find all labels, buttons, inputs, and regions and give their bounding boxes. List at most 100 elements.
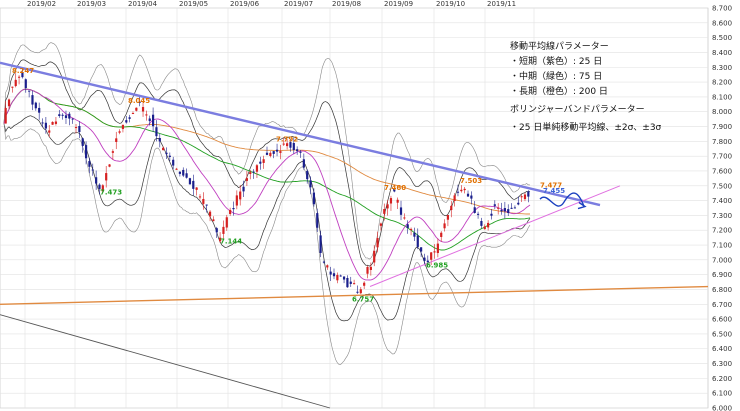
annotation-7.503: 7.503 xyxy=(460,177,482,185)
candle-body xyxy=(182,169,185,176)
y-tick-label: 6.400 xyxy=(712,345,732,353)
candle-body xyxy=(286,143,289,147)
candle-body xyxy=(353,283,356,285)
candle-body xyxy=(282,143,285,145)
candle-body xyxy=(523,194,527,200)
x-tick-label: 2019/07 xyxy=(284,0,313,8)
candle-body xyxy=(470,195,473,199)
candle-body xyxy=(299,151,302,153)
y-tick-label: 7.500 xyxy=(712,182,732,190)
y-tick-label: 7.900 xyxy=(712,123,732,131)
candle-body xyxy=(409,228,413,230)
candle-body xyxy=(487,222,490,228)
y-tick-label: 6.000 xyxy=(712,405,732,411)
candle-body xyxy=(379,223,383,226)
candle-body xyxy=(296,149,299,152)
candle-body xyxy=(503,208,506,212)
annotation-6.985: 6.985 xyxy=(426,261,448,269)
legend-mid: ・中期（緑色）: 75 日 xyxy=(510,70,602,82)
candle-body xyxy=(413,232,416,237)
candle-body xyxy=(332,273,336,277)
y-tick-label: 8.700 xyxy=(712,5,732,13)
x-tick-label: 2019/06 xyxy=(230,0,260,8)
x-tick-label: 2019/08 xyxy=(332,0,361,8)
candle-body xyxy=(17,76,21,78)
y-tick-label: 6.500 xyxy=(712,330,732,338)
candle-body xyxy=(329,271,332,275)
candle-body xyxy=(78,125,81,132)
candle-body xyxy=(249,172,252,174)
candle-body xyxy=(111,151,114,153)
x-tick-label: 2019/05 xyxy=(179,0,208,8)
candle-body xyxy=(178,171,181,174)
chart-canvas: 2019/02 2019/03 2019/04 2019/05 2019/06 2019/… xyxy=(0,0,740,411)
candle-body xyxy=(339,275,342,277)
legend-title-bb: ボリンジャーバンドパラメーター xyxy=(510,104,645,115)
candle-body xyxy=(202,198,205,204)
candle-body xyxy=(41,122,44,124)
x-tick-label: 2019/02 xyxy=(27,0,56,8)
candle-body xyxy=(396,199,399,203)
candle-body xyxy=(420,247,423,252)
candle-body xyxy=(527,191,530,197)
candle-body xyxy=(74,127,78,129)
candle-body xyxy=(239,191,242,200)
y-tick-label: 7.100 xyxy=(712,242,732,250)
candle-body xyxy=(215,228,218,233)
candle-body xyxy=(403,217,406,219)
candle-body xyxy=(195,187,198,190)
candle-body xyxy=(316,213,319,228)
candle-body xyxy=(275,149,279,152)
y-tick-label: 7.700 xyxy=(712,153,732,161)
candle-body xyxy=(54,121,58,124)
candle-body xyxy=(262,159,265,163)
y-tick-label: 8.300 xyxy=(712,64,732,72)
x-tick-label: 2019/10 xyxy=(436,0,465,8)
annotation-7.473: 7.473 xyxy=(100,189,122,197)
candle-body xyxy=(346,277,349,288)
candle-body xyxy=(389,198,393,204)
y-tick-label: 6.200 xyxy=(712,375,732,383)
candle-body xyxy=(208,211,212,217)
candle-body xyxy=(58,114,61,116)
x-tick-label: 2019/11 xyxy=(487,0,516,8)
candle-body xyxy=(7,99,11,107)
candle-body xyxy=(446,214,450,220)
candle-body xyxy=(309,180,312,188)
candle-body xyxy=(490,213,493,216)
y-tick-label: 7.600 xyxy=(712,167,732,175)
y-tick-label: 8.500 xyxy=(712,34,732,42)
y-tick-label: 6.300 xyxy=(712,360,732,368)
candle-body xyxy=(225,217,228,228)
y-tick-label: 6.600 xyxy=(712,316,732,324)
legend-bb: ・25 日単純移動平均線、±2σ、±3σ xyxy=(510,121,662,133)
y-tick-label: 7.400 xyxy=(712,197,732,205)
candle-body xyxy=(356,291,359,293)
candle-body xyxy=(155,127,158,137)
candle-body xyxy=(71,118,74,120)
candle-body xyxy=(483,226,486,230)
y-tick-label: 8.400 xyxy=(712,49,732,57)
candle-body xyxy=(319,235,322,253)
candle-body xyxy=(115,138,118,142)
candle-body xyxy=(61,114,64,116)
candle-body xyxy=(383,209,386,214)
annotation-7.144: 7.144 xyxy=(220,238,242,246)
candle-body xyxy=(192,180,195,189)
candle-body xyxy=(118,131,121,133)
candle-body xyxy=(473,207,476,213)
candle-body xyxy=(212,219,215,222)
candle-body xyxy=(520,196,523,198)
candle-body xyxy=(430,252,433,260)
candle-body xyxy=(222,226,225,234)
candle-body xyxy=(513,207,517,209)
y-tick-label: 7.300 xyxy=(712,212,732,220)
annotation-8.247: 8.247 xyxy=(12,67,34,75)
annotation-7.792: 7.792 xyxy=(276,135,298,143)
candle-body xyxy=(269,152,272,156)
x-tick-label: 2019/04 xyxy=(128,0,158,8)
candle-body xyxy=(369,266,372,270)
candle-body xyxy=(463,188,466,191)
candle-body xyxy=(128,117,131,119)
candle-body xyxy=(252,171,255,173)
